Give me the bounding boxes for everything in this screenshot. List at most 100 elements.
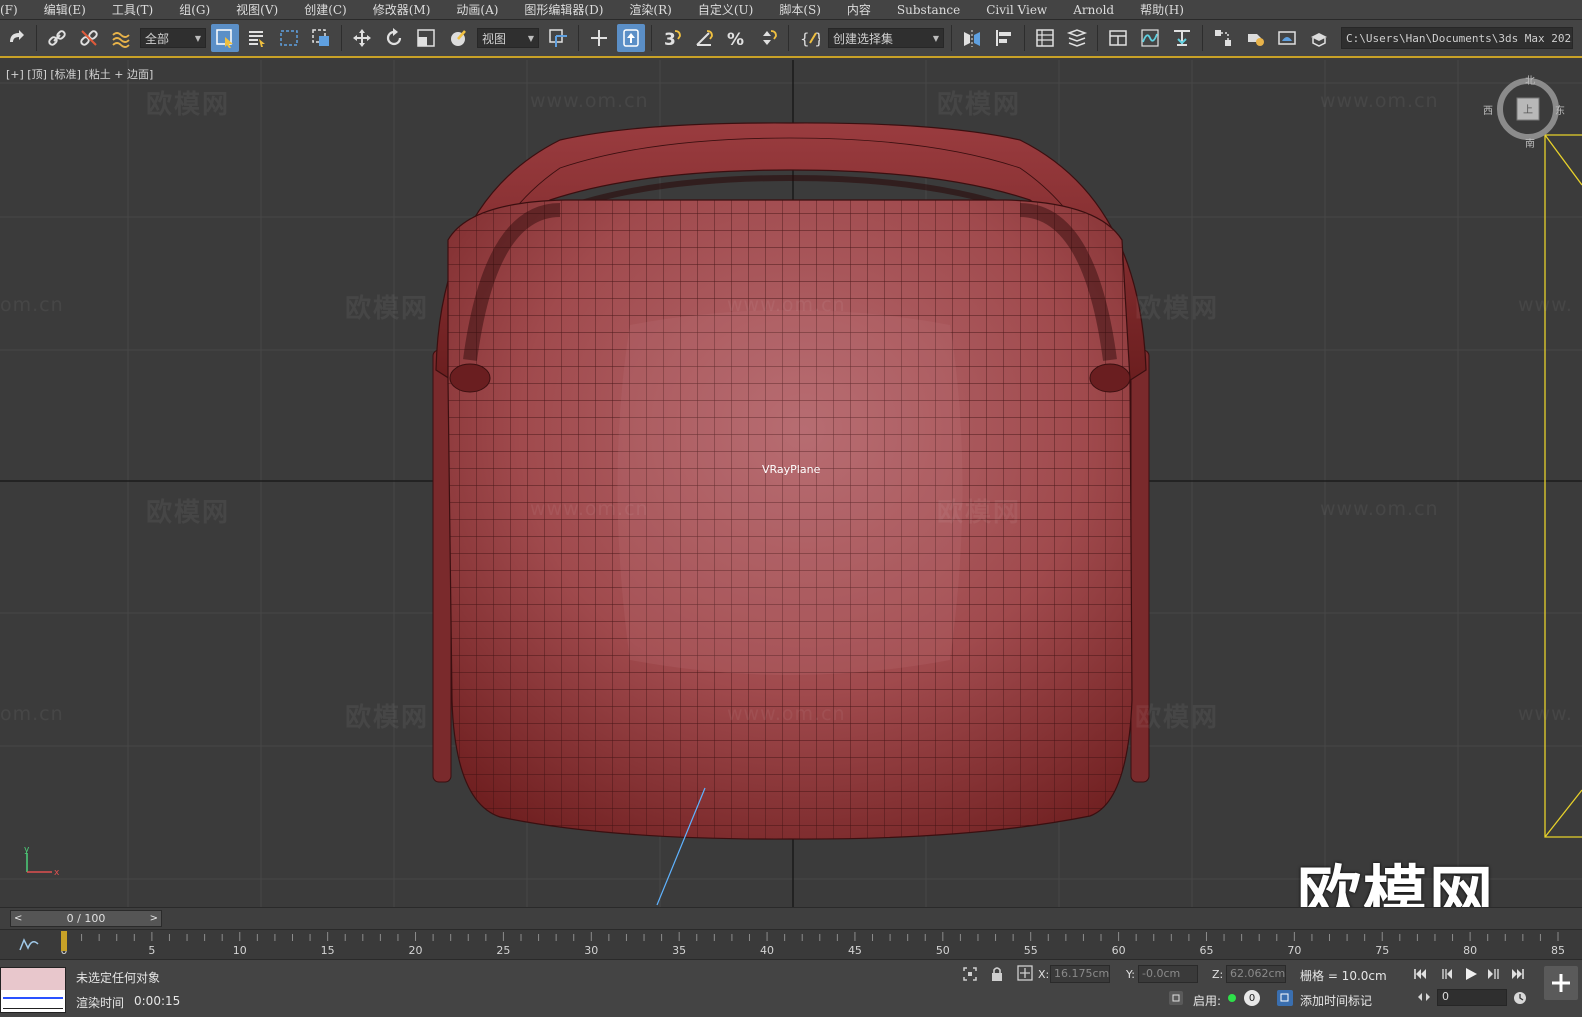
track-ruler[interactable]: 0510152025303540455055606570758085 [0, 930, 1582, 960]
menu-item[interactable]: 自定义(U) [685, 1, 766, 18]
viewport-label[interactable]: [+] [顶] [标准] [粘土 + 边面] [6, 66, 153, 82]
app-window: (F) 编辑(E) 工具(T) 组(G) 视图(V) 创建(C) 修改器(M) 动画(A) 图形… [0, 0, 1582, 1017]
watermark-text: 欧模网 [146, 90, 231, 120]
axis-tripod: y x [24, 845, 60, 878]
current-frame-marker[interactable] [61, 931, 67, 951]
time-config-icon[interactable] [1512, 990, 1528, 1006]
menu-item[interactable]: 创建(C) [291, 1, 360, 18]
go-to-start-icon[interactable] [1411, 966, 1429, 982]
menu-item[interactable]: Civil View [973, 3, 1060, 17]
svg-text:{ }: { } [800, 30, 820, 48]
watermark-text: 欧模网 [1135, 703, 1220, 733]
add-button[interactable] [1544, 966, 1578, 1000]
maxscript-listener[interactable] [0, 967, 66, 1013]
plus-icon [1552, 974, 1570, 992]
select-manipulate-icon[interactable] [585, 24, 613, 52]
layer-explorer-icon[interactable] [1063, 24, 1091, 52]
adaptive-degradation-icon[interactable] [1168, 990, 1184, 1006]
redo-icon[interactable] [2, 24, 30, 52]
object-label[interactable]: VRayPlane [762, 463, 820, 476]
track-tick-label: 35 [672, 944, 686, 957]
material-editor-icon[interactable] [1209, 24, 1237, 52]
select-by-name-icon[interactable] [243, 24, 271, 52]
render-setup-icon[interactable] [1241, 24, 1269, 52]
add-time-tag[interactable]: 添加时间标记 [1300, 992, 1372, 1009]
menu-item[interactable]: 脚本(S) [766, 1, 834, 18]
time-slider-thumb[interactable]: < 0 / 100 > [10, 910, 162, 927]
viewcube-face-top[interactable]: 上 [1523, 101, 1533, 116]
next-frame-icon[interactable] [1485, 966, 1503, 982]
toolbar-separator [341, 25, 342, 51]
menu-item[interactable]: 视图(V) [223, 1, 291, 18]
x-coord-field[interactable]: 16.175cm [1050, 965, 1110, 983]
menu-item[interactable]: 内容 [834, 1, 884, 18]
move-icon[interactable] [348, 24, 376, 52]
rect-selection-icon[interactable] [275, 24, 303, 52]
enable-count-badge[interactable]: 0 [1244, 990, 1260, 1006]
viewcube[interactable]: 北 南 西 东 上 [1483, 76, 1565, 150]
viewport-top[interactable]: y x [+] [顶] [标准] [粘土 + 边面] 欧模网 www.om.cn… [0, 60, 1582, 907]
named-selection-dropdown[interactable]: 创建选择集 ▼ [828, 28, 944, 48]
link-icon[interactable] [43, 24, 71, 52]
rotate-icon[interactable] [380, 24, 408, 52]
keyboard-shortcut-override-icon[interactable] [617, 24, 645, 52]
menu-item[interactable]: 修改器(M) [360, 1, 444, 18]
lock-icon[interactable] [990, 966, 1004, 982]
prev-frame-button[interactable]: < [14, 913, 22, 924]
isolate-selection-icon[interactable] [962, 966, 978, 982]
viewport-canvas[interactable]: y x [0, 60, 1582, 907]
menu-item[interactable]: 组(G) [166, 1, 223, 18]
next-frame-button[interactable]: > [150, 913, 158, 924]
menu-item[interactable]: 帮助(H) [1127, 1, 1197, 18]
curve-editor-icon[interactable] [1136, 24, 1164, 52]
bind-spacewarp-icon[interactable] [107, 24, 135, 52]
window-crossing-icon[interactable] [307, 24, 335, 52]
align-icon[interactable] [990, 24, 1018, 52]
absolute-mode-icon[interactable] [1017, 965, 1033, 981]
project-path-value: C:\Users\Han\Documents\3ds Max 2022 [1346, 31, 1573, 45]
chair-seat [447, 199, 1133, 840]
track-tick-label: 30 [584, 944, 598, 957]
menu-item[interactable]: 渲染(R) [616, 1, 684, 18]
toggle-ribbon-icon[interactable] [1104, 24, 1132, 52]
time-tag-icon[interactable] [1276, 989, 1294, 1007]
percent-snap-icon[interactable]: % [722, 24, 750, 52]
menu-item[interactable]: Arnold [1060, 3, 1127, 17]
previous-frame-icon[interactable] [1437, 966, 1455, 982]
y-coord-field[interactable]: -0.0cm [1138, 965, 1198, 983]
menu-item[interactable]: 编辑(E) [31, 1, 99, 18]
placement-icon[interactable] [444, 24, 472, 52]
chevron-down-icon: ▼ [527, 33, 534, 43]
render-time-value: 0:00:15 [134, 994, 181, 1008]
menu-item[interactable]: (F) [0, 3, 31, 17]
spinner-snap-icon[interactable] [754, 24, 782, 52]
menu-item[interactable]: 动画(A) [443, 1, 511, 18]
mirror-icon[interactable] [958, 24, 986, 52]
unlink-icon[interactable] [75, 24, 103, 52]
select-object-icon[interactable] [211, 24, 239, 52]
go-to-end-icon[interactable] [1509, 966, 1527, 982]
schematic-view-icon[interactable] [1168, 24, 1196, 52]
compass-west: 西 [1483, 106, 1493, 117]
snap-3d-icon[interactable]: 3 [658, 24, 686, 52]
play-icon[interactable] [1462, 966, 1480, 982]
menu-item[interactable]: 工具(T) [99, 1, 166, 18]
selection-filter-dropdown[interactable]: 全部 ▼ [140, 28, 206, 48]
render-production-icon[interactable] [1305, 24, 1333, 52]
edit-named-selection-icon[interactable]: { } [795, 24, 823, 52]
menu-item[interactable]: Substance [884, 3, 973, 17]
angle-snap-icon[interactable] [690, 24, 718, 52]
track-bar[interactable]: 0510152025303540455055606570758085 [0, 929, 1582, 959]
scene-explorer-icon[interactable] [1031, 24, 1059, 52]
frame-spinner-arrows-icon[interactable] [1417, 991, 1431, 1003]
rendered-frame-window-icon[interactable] [1273, 24, 1301, 52]
time-slider[interactable]: < 0 / 100 > [0, 907, 1582, 929]
ref-coord-dropdown[interactable]: 视图 ▼ [477, 28, 539, 48]
pivot-center-icon[interactable] [544, 24, 572, 52]
watermark-text: 欧模网 [345, 703, 430, 733]
current-frame-field[interactable]: 0 [1437, 989, 1507, 1006]
z-coord-field[interactable]: 62.062cm [1226, 965, 1286, 983]
menu-item[interactable]: 图形编辑器(D) [511, 1, 616, 18]
scale-icon[interactable] [412, 24, 440, 52]
project-path-dropdown[interactable]: C:\Users\Han\Documents\3ds Max 2022▼ [1341, 27, 1573, 49]
